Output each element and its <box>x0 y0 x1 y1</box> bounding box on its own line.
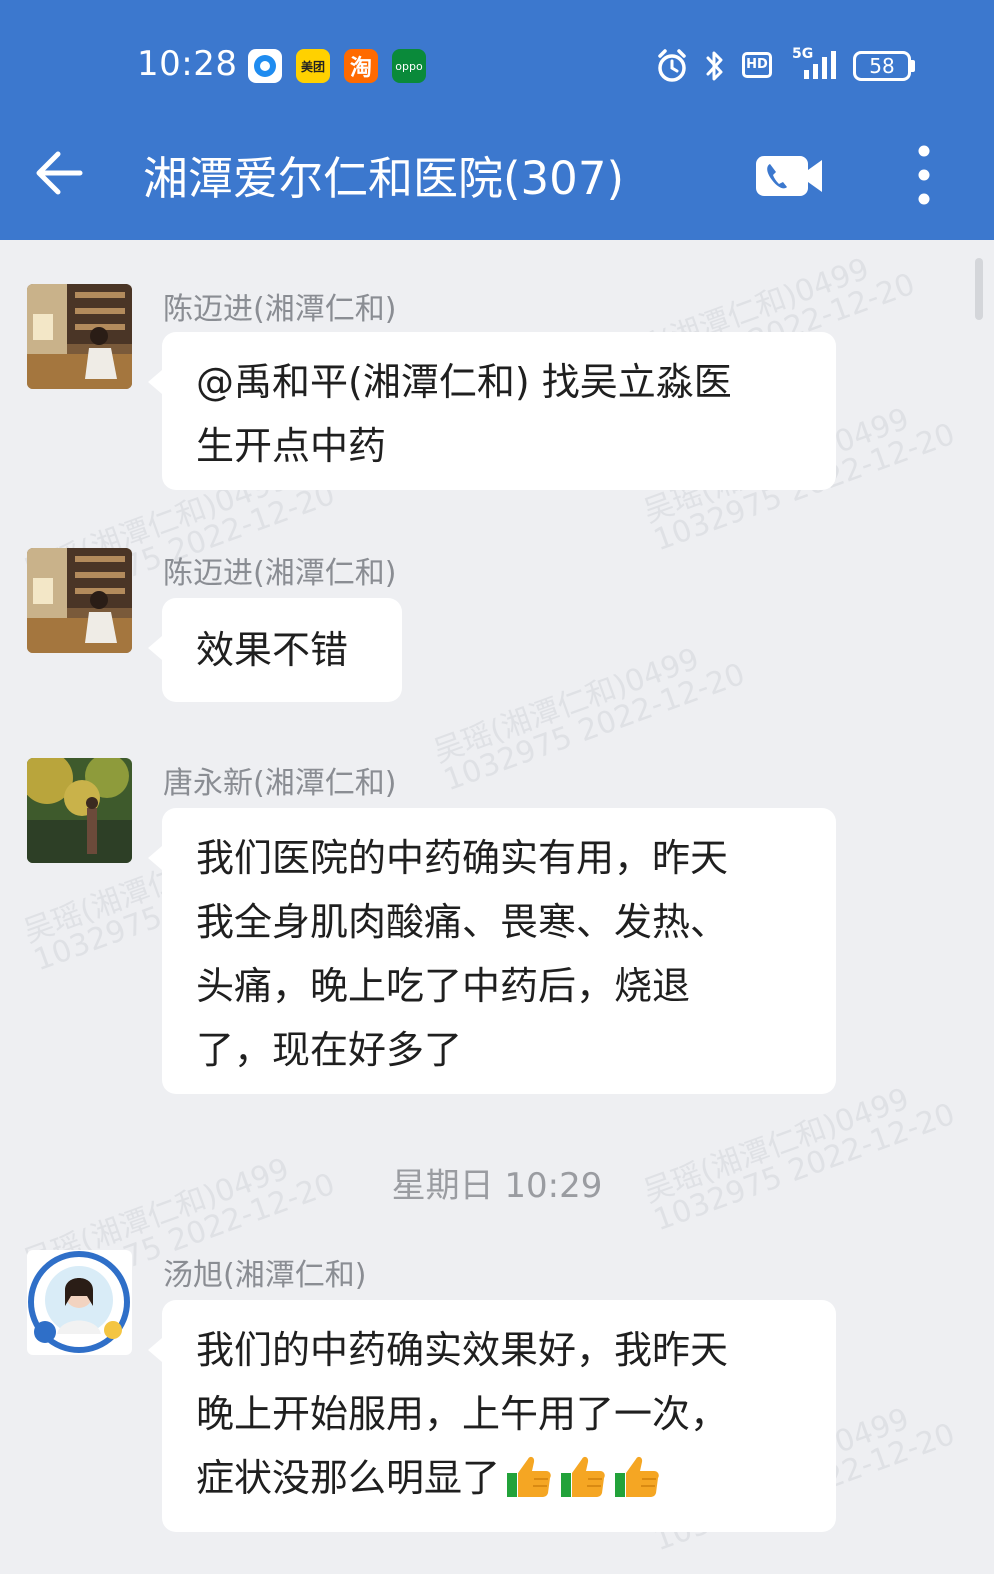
avatar[interactable] <box>27 548 132 653</box>
sender-name: 陈迈进(湘潭仁和) <box>163 292 397 327</box>
message-text-line: @禹和平(湘潭仁和) 找吴立淼医 <box>196 360 732 404</box>
battery-tip <box>911 60 915 72</box>
hd-voice-icon: HD <box>742 52 772 78</box>
back-arrow-icon[interactable] <box>30 143 90 203</box>
message-bubble[interactable]: 效果不错 <box>148 598 402 702</box>
message-text-line: 效果不错 <box>196 628 349 672</box>
time-divider: 星期日 10:29 <box>391 1166 603 1206</box>
app-header: 10:28 美团 淘 oppo HD 5G 58 湘潭爱尔仁和医院(307) <box>0 0 994 240</box>
message-list[interactable]: 吴瑶(湘潭仁和)0499 1032975 2022-12-20 吴瑶(湘潭仁和)… <box>0 240 994 1574</box>
thumbs-up-icon <box>561 1456 605 1497</box>
message-bubble[interactable]: @禹和平(湘潭仁和) 找吴立淼医 生开点中药 <box>148 332 836 490</box>
scrollbar-thumb[interactable] <box>975 258 983 320</box>
bluetooth-icon <box>706 51 723 81</box>
chat-screen: 10:28 美团 淘 oppo HD 5G 58 湘潭爱尔仁和医院(307) 吴… <box>0 0 994 1574</box>
more-options-icon[interactable] <box>906 140 942 210</box>
video-call-icon[interactable] <box>752 148 826 204</box>
taobao-app-icon: 淘 <box>344 49 378 83</box>
meituan-app-icon: 美团 <box>296 49 330 83</box>
avatar[interactable] <box>27 1250 132 1355</box>
message-text-line: 晚上开始服用，上午用了一次， <box>196 1392 729 1436</box>
message-text-line: 我全身肌肉酸痛、畏寒、发热、 <box>196 900 729 944</box>
message-text: 症状没那么明显了 <box>196 1456 501 1500</box>
oppo-app-icon: oppo <box>392 49 426 83</box>
chat-title: 湘潭爱尔仁和医院(307) <box>143 152 625 205</box>
message-bubble[interactable]: 我们医院的中药确实有用，昨天 我全身肌肉酸痛、畏寒、发热、 头痛，晚上吃了中药后… <box>148 808 836 1094</box>
meituan-app-label: 美团 <box>300 59 325 74</box>
message-text-line: 我们的中药确实效果好，我昨天 <box>196 1328 729 1372</box>
watermark-line: 吴瑶(湘潭仁和)0499 <box>428 641 704 771</box>
battery-icon: 58 <box>853 51 911 81</box>
watermark: 吴瑶(湘潭仁和)0499 1032975 2022-12-20 <box>428 631 750 799</box>
taobao-app-label: 淘 <box>349 56 372 81</box>
sender-name: 陈迈进(湘潭仁和) <box>163 556 397 591</box>
avatar[interactable] <box>27 758 132 863</box>
sender-name: 唐永新(湘潭仁和) <box>163 766 397 801</box>
message-text-line: 生开点中药 <box>196 424 387 468</box>
message-text-line: 头痛，晚上吃了中药后，烧退 <box>196 964 691 1008</box>
avatar[interactable] <box>27 284 132 389</box>
watermark: 吴瑶(湘潭仁和)0499 1032975 2022-12-20 <box>639 1071 960 1238</box>
oppo-app-label: oppo <box>395 59 423 73</box>
sender-name: 汤旭(湘潭仁和) <box>163 1258 367 1293</box>
status-time: 10:28 <box>137 44 238 84</box>
alarm-icon <box>658 49 686 82</box>
message-bubble[interactable]: 我们的中药确实效果好，我昨天 晚上开始服用，上午用了一次， 症状没那么明显了 <box>148 1300 836 1532</box>
message-text-line: 症状没那么明显了 <box>196 1446 802 1510</box>
qq-browser-app-icon <box>248 49 282 83</box>
watermark-line: 1032975 2022-12-20 <box>439 656 750 799</box>
thumbs-up-icon <box>507 1456 551 1497</box>
message-text-line: 我们医院的中药确实有用，昨天 <box>196 836 729 880</box>
message-text-line: 了，现在好多了 <box>196 1028 463 1072</box>
signal-strength-icon <box>804 51 836 79</box>
thumbs-up-icon <box>615 1456 659 1497</box>
